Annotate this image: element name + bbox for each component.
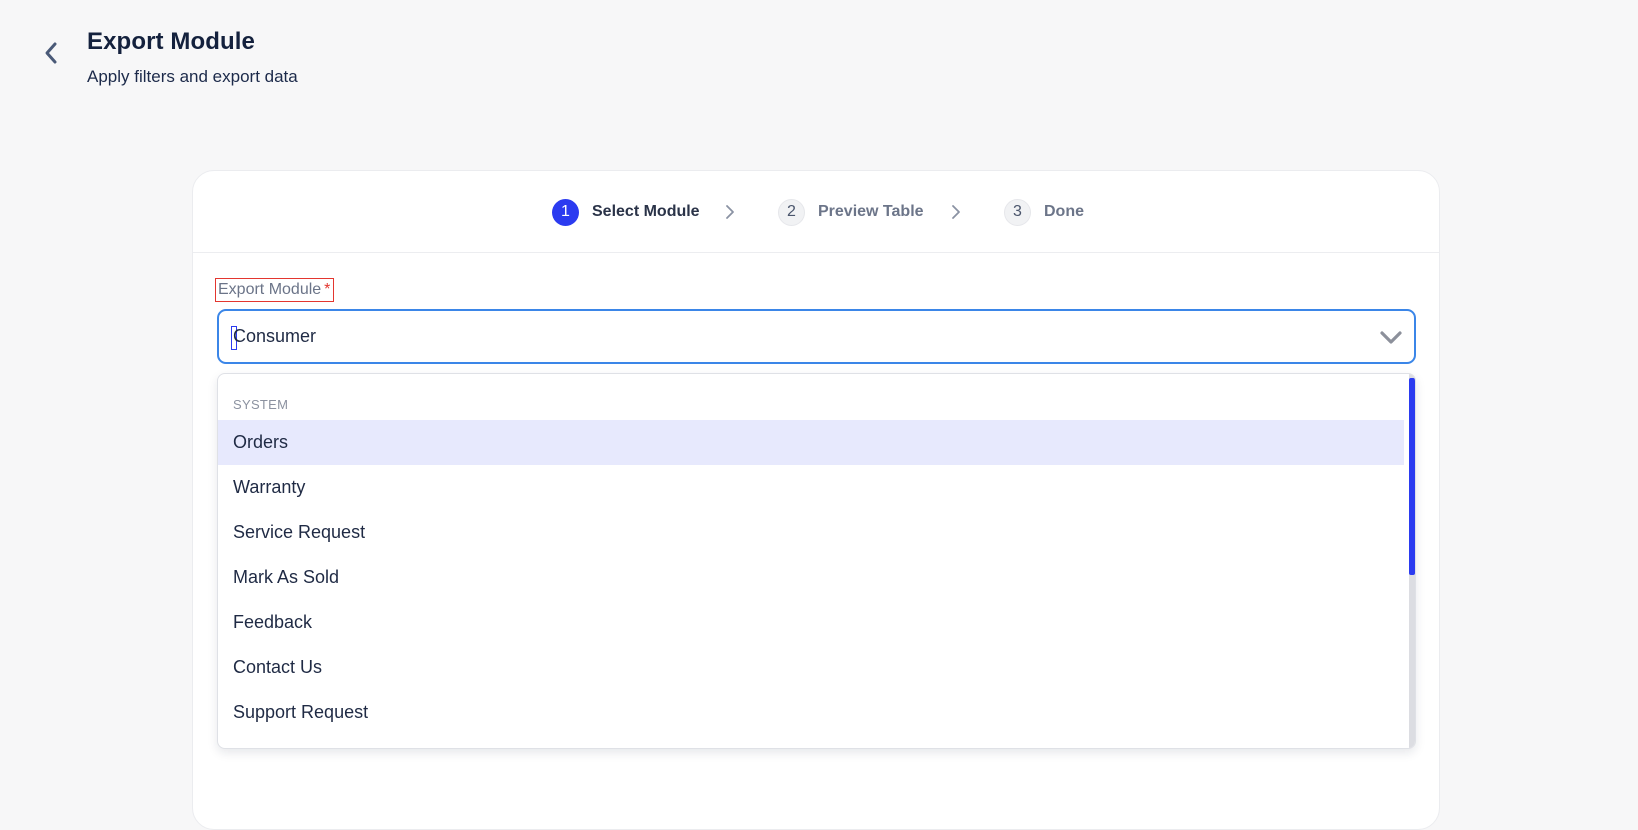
export-module-label: Export Module *	[215, 278, 335, 302]
dropdown-option-support-request[interactable]: Support Request	[218, 690, 1404, 735]
dropdown-option-service-request[interactable]: Service Request	[218, 510, 1404, 555]
dropdown-option-mark-as-sold[interactable]: Mark As Sold	[218, 555, 1404, 600]
back-button[interactable]	[38, 38, 64, 68]
dropdown-option-orders[interactable]: Orders	[218, 420, 1404, 465]
dropdown-scrollbar-thumb[interactable]	[1409, 378, 1415, 575]
step-label: Done	[1044, 203, 1084, 220]
dropdown-option-warranty[interactable]: Warranty	[218, 465, 1404, 510]
step-preview-table[interactable]: 2 Preview Table	[778, 198, 924, 226]
export-card: 1 Select Module 2 Preview Table 3 Done E…	[192, 170, 1440, 830]
step-number: 1	[552, 198, 579, 226]
step-done[interactable]: 3 Done	[1004, 198, 1084, 226]
page-subtitle: Apply filters and export data	[87, 67, 298, 86]
chevron-right-icon	[726, 205, 734, 219]
chevron-left-icon	[45, 42, 57, 64]
chevron-right-icon	[952, 205, 960, 219]
field-label-text: Export Module	[218, 281, 322, 298]
step-select-module[interactable]: 1 Select Module	[552, 198, 700, 226]
dropdown-group-header: SYSTEM	[233, 397, 289, 412]
step-number: 2	[778, 198, 805, 226]
step-label: Preview Table	[818, 203, 924, 220]
required-indicator: *	[324, 281, 331, 298]
dropdown-option-contact-us[interactable]: Contact Us	[218, 645, 1404, 690]
stepper: 1 Select Module 2 Preview Table 3 Done	[193, 171, 1439, 253]
page-title: Export Module	[87, 28, 255, 55]
step-label: Select Module	[592, 203, 700, 220]
chevron-down-icon[interactable]	[1378, 326, 1404, 348]
dropdown-option-feedback[interactable]: Feedback	[218, 600, 1404, 645]
page-header: Export Module Apply filters and export d…	[0, 0, 1638, 110]
export-module-select[interactable]: Consumer	[217, 309, 1416, 364]
module-dropdown-menu: SYSTEM Orders Warranty Service Request M…	[217, 373, 1416, 749]
step-number: 3	[1004, 198, 1031, 226]
select-value: Consumer	[233, 326, 317, 346]
